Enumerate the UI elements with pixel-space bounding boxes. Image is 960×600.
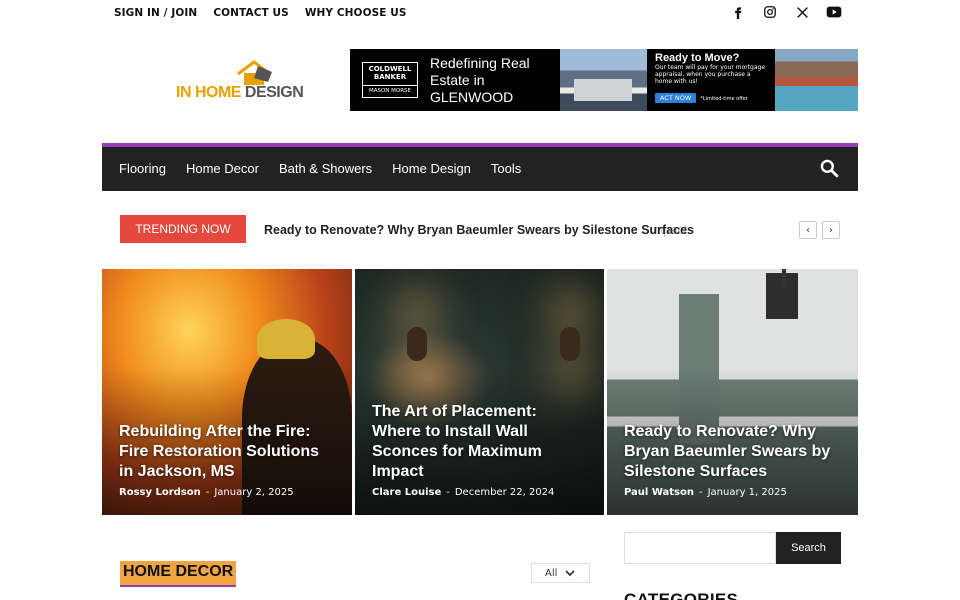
ad-offer-title: Ready to Move? — [655, 52, 740, 64]
banner-ad[interactable]: COLDWELL BANKER MASON MORSE Redefining Re… — [350, 49, 858, 111]
nav-item-tools[interactable]: Tools — [491, 161, 521, 176]
ad-brand-panel: COLDWELL BANKER MASON MORSE Redefining Re… — [350, 49, 560, 111]
post-author[interactable]: Rossy Lordson — [119, 487, 201, 498]
trending-next-button[interactable]: › — [822, 221, 840, 239]
why-choose-us-link[interactable]: WHY CHOOSE US — [305, 7, 407, 19]
filter-value: All — [545, 567, 558, 579]
featured-post-title[interactable]: Ready to Renovate? Why Bryan Baeumler Sw… — [624, 422, 838, 482]
trending-now-label: TRENDING NOW — [120, 215, 246, 243]
ad-offer-panel: Ready to Move? Our team will pay for you… — [647, 49, 775, 111]
logo-text: IN HOME DESIGN — [176, 84, 304, 101]
sidebar-search-input[interactable] — [624, 532, 776, 564]
ad-cta-button[interactable]: ACT NOW — [655, 93, 697, 103]
post-author[interactable]: Paul Watson — [624, 487, 694, 498]
post-date: January 1, 2025 — [707, 487, 787, 498]
instagram-icon[interactable] — [762, 4, 778, 20]
post-meta: Rossy Lordson - January 2, 2025 — [119, 487, 294, 498]
ad-offer-body: Our team will pay for your mortgage appr… — [655, 64, 766, 85]
post-author[interactable]: Clare Louise — [372, 487, 441, 498]
top-bar: SIGN IN / JOIN CONTACT US WHY CHOOSE US — [0, 0, 960, 28]
facebook-icon[interactable] — [730, 4, 746, 20]
nav-item-flooring[interactable]: Flooring — [119, 161, 166, 176]
search-icon[interactable] — [819, 158, 839, 178]
post-meta: Clare Louise - December 22, 2024 — [372, 487, 555, 498]
post-date: January 2, 2025 — [214, 487, 294, 498]
categories-title: CATEGORIES — [624, 590, 739, 600]
nav-item-home-design[interactable]: Home Design — [392, 161, 471, 176]
nav-menu: Flooring Home Decor Bath & Showers Home … — [119, 161, 521, 176]
ad-offer-note: *Limited-time offer — [700, 96, 748, 102]
nav-item-home-decor[interactable]: Home Decor — [186, 161, 259, 176]
ad-brand-logo: COLDWELL BANKER MASON MORSE — [362, 62, 418, 98]
featured-post-2[interactable]: The Art of Placement: Where to Install W… — [355, 269, 604, 515]
trending-headline[interactable]: Ready to Renovate? Why Bryan Baeumler Sw… — [264, 223, 694, 237]
ad-scene-image — [775, 49, 858, 111]
chevron-down-icon — [565, 569, 576, 576]
post-meta: Paul Watson - January 1, 2025 — [624, 487, 787, 498]
social-links — [730, 4, 842, 20]
ad-house-image — [560, 49, 647, 111]
youtube-icon[interactable] — [826, 4, 842, 20]
nav-item-bath-showers[interactable]: Bath & Showers — [279, 161, 372, 176]
contact-us-link[interactable]: CONTACT US — [213, 7, 289, 19]
chevron-right-icon: › — [829, 224, 833, 236]
featured-post-1[interactable]: Rebuilding After the Fire: Fire Restorat… — [102, 269, 352, 515]
post-date: December 22, 2024 — [454, 487, 555, 498]
featured-post-title[interactable]: The Art of Placement: Where to Install W… — [372, 402, 586, 482]
category-filter-select[interactable]: All — [531, 563, 590, 583]
site-logo[interactable]: IN HOME DESIGN — [176, 58, 304, 104]
sign-in-link[interactable]: SIGN IN / JOIN — [114, 7, 197, 19]
top-links: SIGN IN / JOIN CONTACT US WHY CHOOSE US — [114, 7, 407, 19]
sidebar-search-button[interactable]: Search — [776, 532, 841, 564]
ad-headline: Redefining Real Estate in GLENWOOD — [430, 54, 530, 105]
section-title: HOME DECOR — [120, 561, 237, 587]
trending-prev-button[interactable]: ‹ — [799, 221, 817, 239]
chevron-left-icon: ‹ — [806, 224, 810, 236]
featured-post-3[interactable]: Ready to Renovate? Why Bryan Baeumler Sw… — [607, 269, 858, 515]
featured-post-title[interactable]: Rebuilding After the Fire: Fire Restorat… — [119, 422, 333, 482]
main-nav: Flooring Home Decor Bath & Showers Home … — [102, 143, 858, 191]
x-icon[interactable] — [794, 4, 810, 20]
